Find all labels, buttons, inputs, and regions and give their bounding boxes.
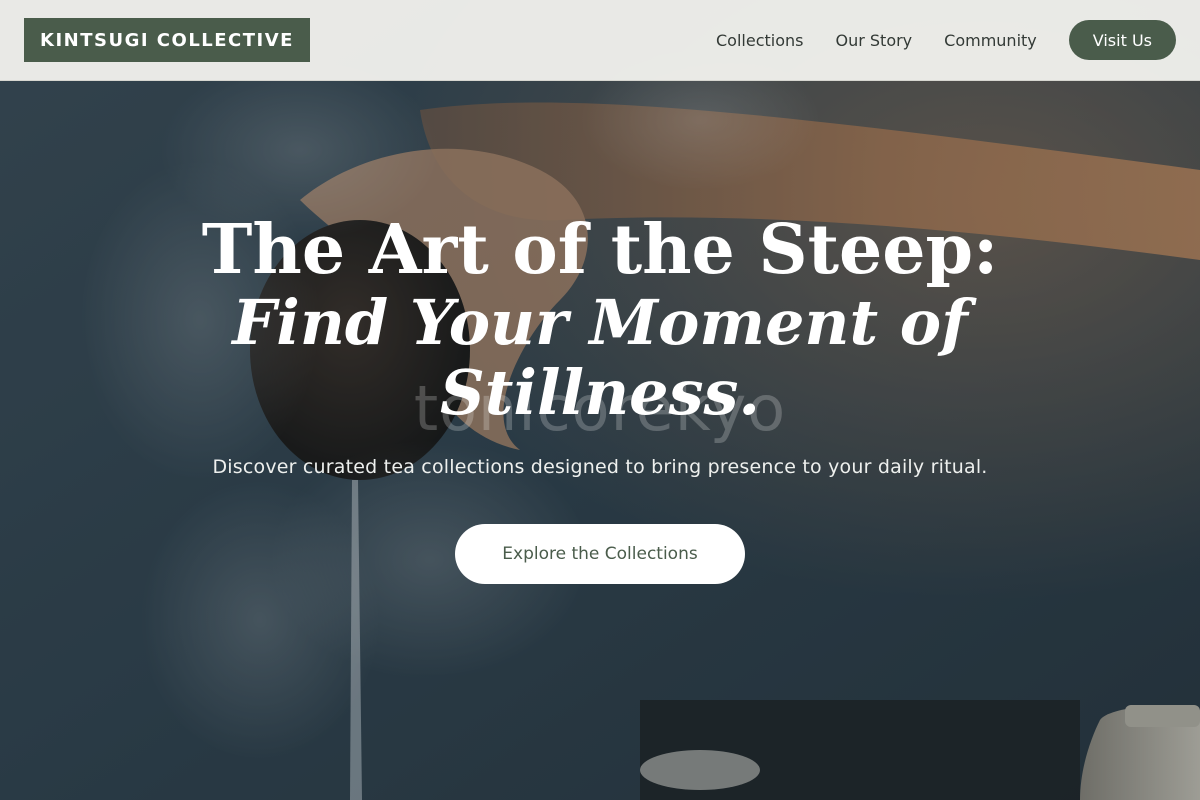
brand-logo[interactable]: KINTSUGI COLLECTIVE: [24, 18, 310, 62]
site-header: KINTSUGI COLLECTIVE Collections Our Stor…: [0, 0, 1200, 81]
explore-collections-button[interactable]: Explore the Collections: [455, 524, 745, 584]
main-nav: Collections Our Story Community Visit Us: [716, 20, 1176, 60]
page: KINTSUGI COLLECTIVE Collections Our Stor…: [0, 0, 1200, 800]
nav-link-community[interactable]: Community: [944, 31, 1037, 50]
nav-link-our-story[interactable]: Our Story: [835, 31, 912, 50]
visit-us-button[interactable]: Visit Us: [1068, 20, 1176, 60]
hero-title: The Art of the Steep: Find Your Moment o…: [200, 212, 1000, 428]
hero-title-line-1: The Art of the Steep:: [201, 210, 999, 290]
hero-subtitle: Discover curated tea collections designe…: [212, 456, 988, 478]
hero-title-line-2: Find Your Moment of Stillness.: [232, 286, 968, 429]
nav-link-collections[interactable]: Collections: [716, 31, 803, 50]
